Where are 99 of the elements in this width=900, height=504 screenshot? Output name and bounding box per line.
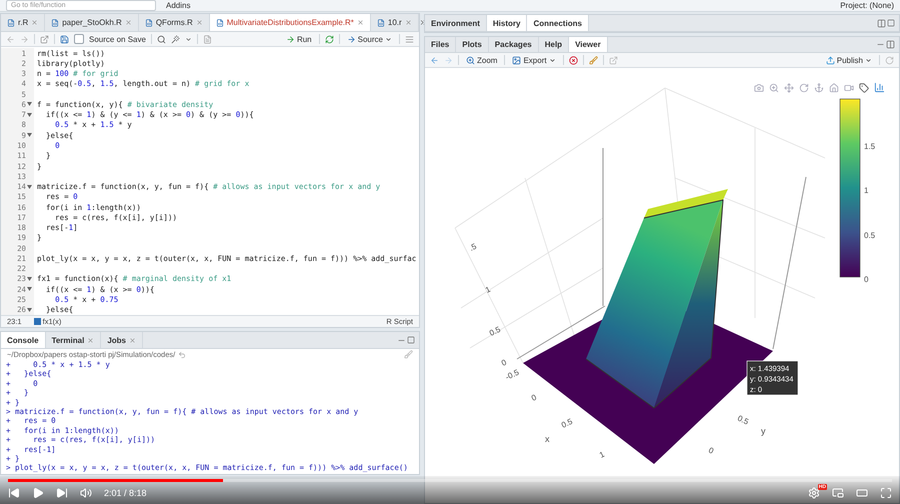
- addins-menu[interactable]: Addins: [166, 1, 190, 10]
- restore-icon[interactable]: [877, 18, 886, 28]
- maximize-icon[interactable]: [887, 19, 895, 27]
- fold-icon[interactable]: [27, 112, 32, 117]
- maximize-icon[interactable]: [407, 336, 415, 344]
- back-icon[interactable]: [6, 34, 15, 44]
- project-menu[interactable]: Project: (None): [840, 1, 894, 10]
- popout-icon[interactable]: [40, 34, 49, 44]
- restore-icon[interactable]: [886, 40, 895, 49]
- file-icon: [51, 18, 60, 26]
- document-icon[interactable]: [202, 34, 212, 44]
- axis-tick-label: 0: [530, 392, 538, 403]
- tag-icon[interactable]: [859, 82, 869, 92]
- play-icon[interactable]: [32, 487, 44, 499]
- close-icon[interactable]: [31, 19, 38, 26]
- zoom-button[interactable]: Zoom: [464, 54, 500, 66]
- function-icon: [34, 318, 41, 325]
- volume-icon[interactable]: [80, 487, 92, 499]
- axis-tick-label: 1: [484, 284, 492, 295]
- time-display: 2:01 / 8:18: [104, 488, 147, 498]
- fold-icon[interactable]: [27, 308, 32, 312]
- camera-icon[interactable]: [754, 82, 764, 92]
- export-button[interactable]: Export: [510, 54, 558, 66]
- back-icon[interactable]: [430, 56, 439, 64]
- close-icon[interactable]: [196, 19, 203, 26]
- settings-icon[interactable]: [808, 487, 820, 499]
- chart-icon[interactable]: [874, 82, 885, 93]
- publish-icon: [826, 56, 835, 64]
- video-camera-icon[interactable]: [844, 82, 854, 92]
- axis-tick-label: 0: [707, 446, 715, 456]
- pan-icon[interactable]: [784, 82, 794, 92]
- axis-tick-label: .5: [468, 242, 478, 253]
- caret-icon: [385, 36, 392, 42]
- popout-icon[interactable]: [608, 56, 618, 64]
- stop-icon[interactable]: [568, 56, 578, 64]
- zoom-icon[interactable]: [769, 82, 779, 92]
- axis-tick-label: 1: [598, 450, 606, 460]
- search-icon[interactable]: [156, 34, 166, 44]
- source-button[interactable]: Source: [344, 33, 394, 45]
- run-button[interactable]: Run: [284, 33, 314, 45]
- fold-icon[interactable]: [27, 102, 32, 106]
- checkbox[interactable]: [74, 34, 84, 44]
- close-icon[interactable]: [356, 19, 364, 26]
- axis-tick-label: 0.5: [560, 416, 574, 430]
- theater-icon[interactable]: [856, 487, 868, 499]
- file-icon: [7, 18, 15, 26]
- colorbar-tick-label: 0: [864, 275, 868, 284]
- close-icon[interactable]: [124, 19, 132, 26]
- colorbar-tick-label: 1.5: [864, 142, 876, 151]
- axis-tick-label: 0: [500, 358, 508, 368]
- fold-icon[interactable]: [27, 287, 32, 292]
- miniplayer-icon[interactable]: [832, 487, 844, 499]
- colorbar-tick-label: 1: [864, 186, 868, 195]
- caret-icon: [548, 56, 556, 64]
- wand-icon[interactable]: [170, 34, 180, 44]
- arrow-icon: [286, 34, 295, 44]
- checkbox-label: Source on Save: [89, 34, 146, 44]
- arrow-icon[interactable]: [178, 350, 186, 358]
- caret-icon: [865, 56, 872, 64]
- file-icon: [216, 18, 224, 26]
- image-icon: [512, 56, 522, 64]
- axis-label: y: [761, 426, 766, 436]
- file-icon: [144, 18, 153, 26]
- tooltip-background: [746, 360, 798, 396]
- console-tab[interactable]: Console: [1, 332, 46, 348]
- close-icon[interactable]: [87, 336, 94, 344]
- orbit-icon[interactable]: [799, 82, 809, 92]
- fold-icon[interactable]: [27, 184, 32, 189]
- pane-tab[interactable]: History: [486, 15, 528, 31]
- broom-icon[interactable]: [588, 56, 598, 64]
- file-icon: [376, 18, 385, 26]
- previous-icon[interactable]: [8, 487, 20, 499]
- fold-icon[interactable]: [27, 276, 32, 281]
- forward-icon[interactable]: [20, 34, 29, 44]
- home-icon[interactable]: [829, 82, 839, 92]
- axis-tick-label: 0.5: [736, 414, 750, 427]
- anchor-icon[interactable]: [814, 82, 824, 92]
- pane-tab[interactable]: Viewer: [569, 37, 608, 52]
- axis-label: x: [545, 434, 550, 444]
- fold-icon[interactable]: [27, 133, 32, 138]
- fullscreen-icon[interactable]: [880, 487, 892, 499]
- forward-icon[interactable]: [444, 56, 453, 64]
- menu-icon[interactable]: [405, 34, 414, 44]
- close-icon[interactable]: [128, 336, 136, 344]
- next-icon[interactable]: [56, 487, 68, 499]
- publish-button[interactable]: Publish: [824, 54, 874, 66]
- magnifier-icon: [466, 56, 475, 64]
- pane-tab[interactable]: Connections: [527, 15, 589, 31]
- caret-icon[interactable]: [184, 36, 192, 42]
- save-icon[interactable]: [60, 34, 69, 44]
- axis-tick-label: 0.5: [488, 324, 502, 338]
- colorbar-tick-label: 0.5: [864, 231, 876, 240]
- axis-tick-label: -0.5: [504, 368, 520, 382]
- editor-tab[interactable]: MultivariateDistributionsExample.R*: [210, 14, 371, 31]
- close-icon[interactable]: [404, 19, 412, 26]
- arrow-icon: [346, 34, 356, 44]
- brush-icon[interactable]: [404, 350, 413, 359]
- rerun-icon[interactable]: [324, 34, 334, 44]
- refresh-icon[interactable]: [885, 56, 894, 64]
